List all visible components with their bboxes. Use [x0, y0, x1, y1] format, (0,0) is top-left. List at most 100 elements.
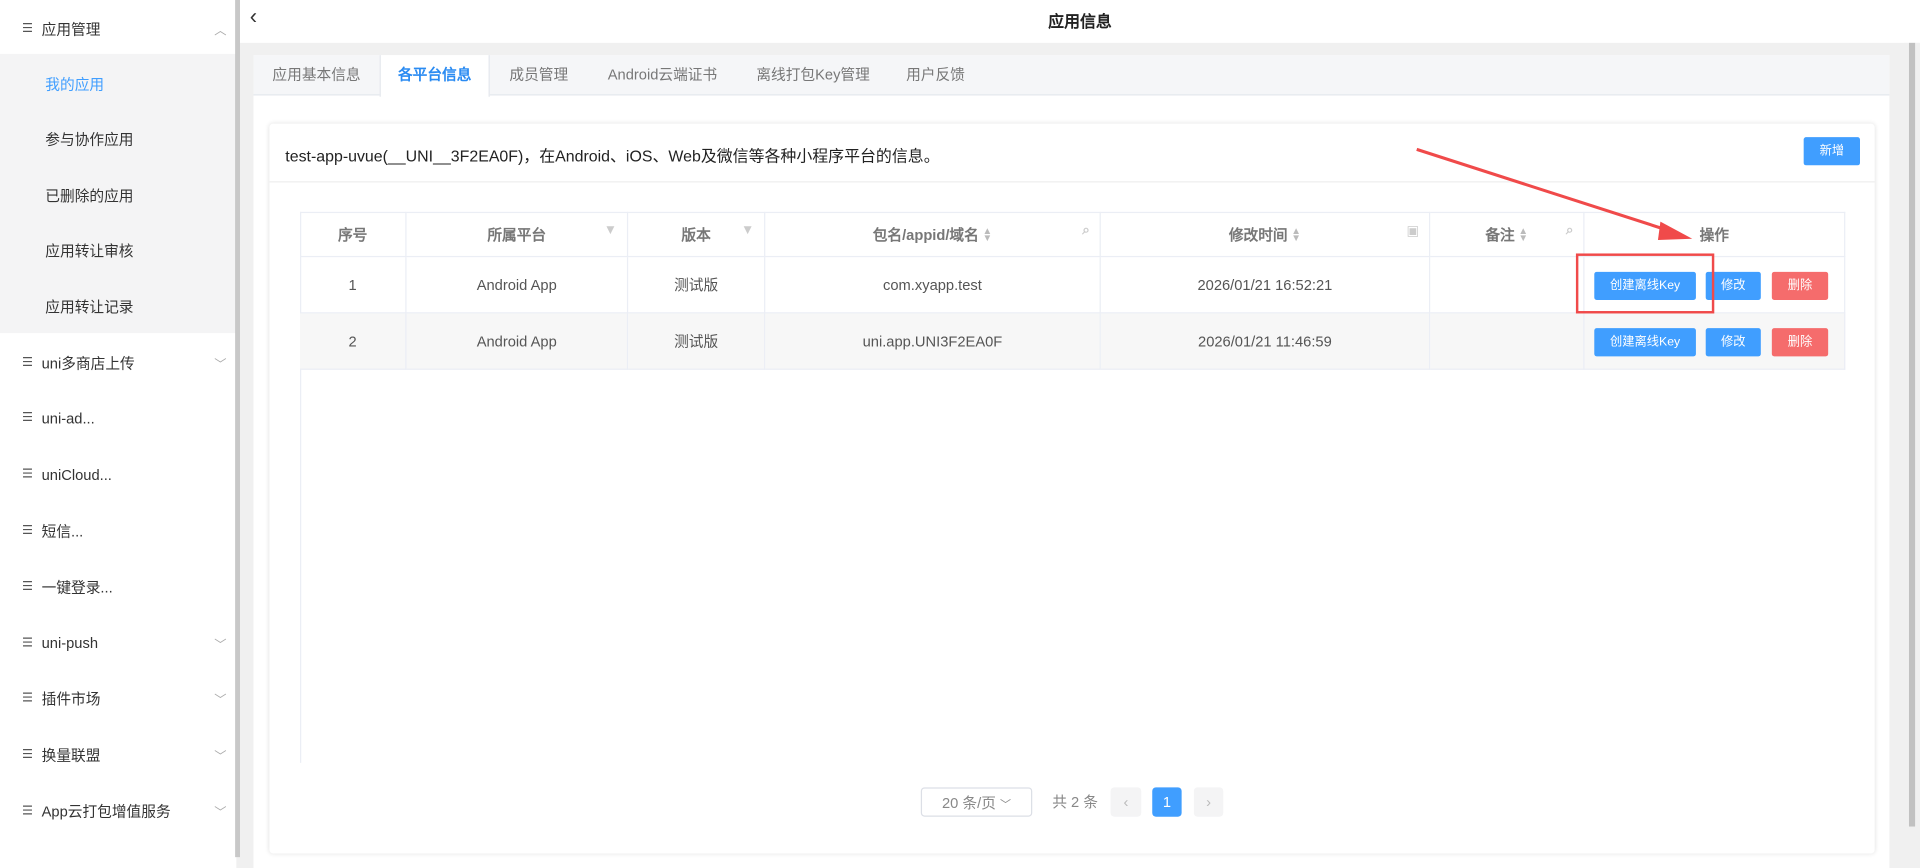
- sidebar-item-label: uni-ad...: [41, 409, 95, 428]
- sidebar-item-label: uni多商店上传: [41, 354, 135, 372]
- sort-icon[interactable]: ▲ ▼: [983, 225, 993, 242]
- cell-modified: 2026/01/21 16:52:21: [1100, 257, 1431, 314]
- sidebar-group-app-management[interactable]: ☰ 应用管理 ︿: [0, 0, 236, 56]
- tab[interactable]: 成员管理: [490, 55, 588, 97]
- sidebar-item[interactable]: ☰ uni-push ﹀: [0, 615, 236, 671]
- filter-icon[interactable]: ▼: [604, 223, 617, 238]
- list-icon: ☰: [22, 411, 34, 426]
- cell-index: 1: [300, 257, 407, 314]
- sidebar-subitem[interactable]: 已删除的应用: [0, 167, 236, 223]
- sidebar-subitem[interactable]: 参与协作应用: [0, 111, 236, 167]
- sidebar-item-label: 换量联盟: [41, 747, 101, 765]
- sidebar-item-label: uniCloud...: [41, 466, 112, 484]
- next-page-button[interactable]: ›: [1193, 787, 1224, 817]
- sort-icon[interactable]: ▲ ▼: [1291, 225, 1301, 242]
- edit-button[interactable]: 修改: [1705, 328, 1761, 357]
- list-icon: ☰: [22, 523, 34, 538]
- sidebar-item[interactable]: ☰ 插件市场 ﹀: [0, 671, 236, 727]
- column-header-label: 序号: [337, 226, 368, 244]
- sidebar-subitem-label: 已删除的应用: [45, 186, 134, 205]
- sidebar-subitem-label: 参与协作应用: [45, 131, 134, 149]
- sidebar-item[interactable]: ☰ 一键登录...: [0, 559, 236, 615]
- delete-button[interactable]: 删除: [1771, 328, 1829, 357]
- tab[interactable]: 离线打包Key管理: [737, 55, 889, 97]
- page-1-button[interactable]: 1: [1152, 787, 1182, 817]
- column-header[interactable]: 操作: [1584, 211, 1846, 258]
- sidebar-item-label: 插件市场: [41, 690, 101, 709]
- sidebar-item-label: App云打包增值服务: [41, 803, 171, 821]
- scrollbar-thumb[interactable]: [1908, 42, 1916, 827]
- sidebar-item[interactable]: ☰ 短信...: [0, 503, 236, 559]
- list-icon: ☰: [22, 636, 34, 650]
- chevron-down-icon: ﹀: [214, 694, 227, 709]
- search-icon[interactable]: ⌕: [1566, 223, 1574, 239]
- sidebar-subitem-label: 应用转让记录: [45, 298, 134, 316]
- divider: [269, 181, 1875, 183]
- chevron-down-icon: ﹀: [1000, 798, 1012, 811]
- sidebar-item-label: 短信...: [41, 522, 84, 540]
- column-header[interactable]: 序号: [300, 211, 407, 258]
- column-header[interactable]: 版本 ▼: [628, 211, 766, 258]
- chevron-down-icon: ﹀: [214, 750, 227, 765]
- sidebar-subitem[interactable]: 我的应用: [0, 55, 236, 111]
- search-icon[interactable]: ⌕: [1082, 223, 1090, 239]
- chevron-down-icon: ﹀: [214, 806, 227, 821]
- sidebar-subitem[interactable]: 应用转让记录: [0, 278, 236, 334]
- sidebar-subitem-label: 我的应用: [45, 75, 105, 93]
- tab[interactable]: 各平台信息: [379, 55, 490, 97]
- annotation-highlight-box: [1575, 253, 1715, 314]
- sidebar-item[interactable]: ☰ uni多商店上传 ﹀: [0, 334, 236, 390]
- cell-package: uni.app.UNI3F2EA0F: [765, 313, 1101, 370]
- cell-note: [1430, 257, 1585, 314]
- column-header-label: 版本: [681, 226, 711, 244]
- create-offline-key-button[interactable]: 创建离线Key: [1594, 328, 1696, 357]
- chevron-left-icon: ‹: [1123, 793, 1129, 811]
- sort-icon[interactable]: ▲ ▼: [1518, 225, 1528, 242]
- panel-title: test-app-uvue(__UNI__3F2EA0F)，在Android、i…: [285, 146, 940, 166]
- sidebar-item[interactable]: ☰ uni-ad...: [0, 390, 236, 446]
- chevron-down-icon: ﹀: [214, 638, 227, 653]
- cell-package: com.xyapp.test: [765, 257, 1101, 314]
- column-header-label: 修改时间: [1228, 226, 1288, 244]
- prev-page-button[interactable]: ‹: [1110, 787, 1142, 817]
- sidebar-item-label: uni-push: [41, 634, 98, 652]
- page-size-select[interactable]: 20 条/页 ﹀: [920, 787, 1033, 817]
- list-icon: ☰: [22, 355, 34, 370]
- sidebar-item[interactable]: ☰ uniCloud...: [0, 446, 236, 502]
- cell-note: [1430, 313, 1585, 370]
- list-icon: ☰: [22, 748, 34, 762]
- page-title: 应用信息: [1048, 12, 1112, 31]
- cell-version: 测试版: [628, 313, 766, 370]
- sidebar-item-label: 一键登录...: [41, 578, 113, 596]
- list-icon: ☰: [22, 804, 34, 818]
- list-icon: ☰: [22, 692, 34, 706]
- column-header-label: 所属平台: [487, 226, 547, 244]
- sidebar-item[interactable]: ☰ App云打包增值服务 ﹀: [0, 783, 236, 839]
- column-header[interactable]: 备注 ▲ ▼ ⌕: [1430, 211, 1585, 258]
- chevron-down-icon: ﹀: [214, 358, 227, 372]
- tab[interactable]: Android云端证书: [588, 55, 737, 97]
- add-button[interactable]: 新增: [1803, 137, 1861, 166]
- total-count: 共 2 条: [1052, 793, 1098, 811]
- list-icon: ☰: [22, 467, 34, 482]
- cell-version: 测试版: [628, 257, 766, 314]
- calendar-icon[interactable]: ▣: [1406, 223, 1419, 239]
- cell-platform: Android App: [406, 257, 629, 314]
- cell-index: 2: [300, 313, 407, 370]
- list-icon: ☰: [22, 580, 34, 594]
- column-header-label: 包名/appid/域名: [872, 226, 979, 244]
- chevron-right-icon: ›: [1206, 793, 1212, 811]
- delete-button[interactable]: 删除: [1771, 271, 1829, 301]
- sidebar-item[interactable]: ☰ 换量联盟 ﹀: [0, 727, 236, 783]
- column-header-label: 操作: [1699, 226, 1729, 244]
- tab[interactable]: 应用基本信息: [253, 55, 379, 97]
- sidebar-subitem[interactable]: 应用转让审核: [0, 223, 236, 279]
- tab[interactable]: 用户反馈: [889, 55, 982, 97]
- cell-modified: 2026/01/21 11:46:59: [1100, 313, 1431, 370]
- chevron-up-icon: ︿: [214, 23, 227, 38]
- filter-icon[interactable]: ▼: [741, 223, 754, 238]
- column-header[interactable]: 修改时间 ▲ ▼ ▣: [1100, 211, 1431, 258]
- column-header[interactable]: 包名/appid/域名 ▲ ▼ ⌕: [765, 211, 1101, 258]
- column-header[interactable]: 所属平台 ▼: [406, 211, 629, 258]
- sidebar-group-label: 应用管理: [41, 20, 101, 38]
